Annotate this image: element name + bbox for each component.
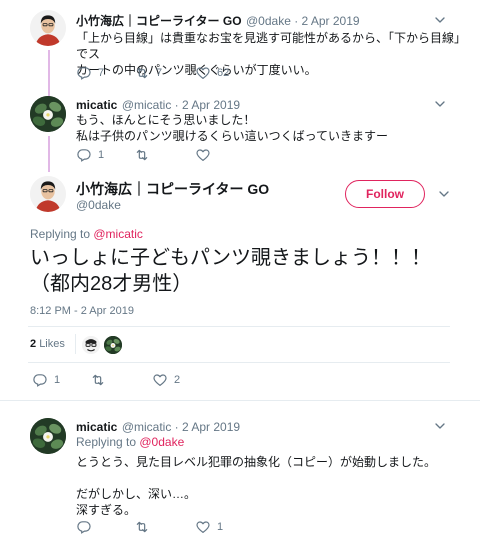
retweet-icon: [134, 65, 150, 81]
divider: [28, 362, 450, 363]
author-name[interactable]: micatic: [76, 420, 117, 434]
likes-label: Likes: [39, 338, 65, 350]
tweet-text-line: 深すぎる。: [76, 503, 137, 517]
author-name[interactable]: micatic: [76, 98, 117, 112]
chevron-down-icon[interactable]: [436, 186, 452, 202]
reply-button[interactable]: [76, 519, 98, 535]
liker-divider: [75, 334, 76, 354]
replying-to-link[interactable]: @0dake: [139, 435, 184, 449]
avatar-image: [30, 10, 66, 46]
reply-icon: [32, 372, 48, 388]
liker-avatar-image: [104, 336, 122, 354]
avatar-image: [30, 96, 66, 132]
chevron-down-icon[interactable]: [432, 418, 448, 434]
tweet-text-line: 私は子供のパンツ覗けるくらい這いつくばっていきますー: [76, 129, 389, 143]
main-author-handle[interactable]: @0dake: [76, 198, 121, 212]
retweet-button[interactable]: 7: [134, 65, 162, 81]
like-button[interactable]: [195, 147, 217, 163]
tweet-text-line: もう、ほんとにそう思いました！: [76, 113, 256, 127]
replying-to: Replying to @micatic: [30, 227, 143, 241]
chevron-down-icon[interactable]: [432, 12, 448, 28]
reply-count: 1: [98, 149, 105, 161]
like-count: 2: [174, 374, 181, 386]
retweet-icon: [134, 519, 150, 535]
avatar[interactable]: [30, 96, 66, 132]
text-spacer: [76, 470, 471, 486]
avatar[interactable]: [30, 10, 66, 46]
liker-avatar[interactable]: [82, 336, 100, 354]
main-tweet-text: いっしょに子どもパンツ覗きましょう！！！ （都内28才男性）: [30, 245, 470, 297]
like-button[interactable]: 1: [195, 519, 223, 535]
like-icon: [152, 372, 168, 388]
like-icon: [195, 147, 211, 163]
tweet-text-line: だがしかし、深い…。: [76, 487, 197, 501]
reply-icon: [76, 519, 92, 535]
retweet-count: 7: [156, 67, 163, 79]
like-icon: [195, 65, 211, 81]
divider: [28, 326, 450, 327]
avatar[interactable]: [30, 176, 66, 212]
tweet-header: micatic @micatic · 2 Apr 2019: [76, 418, 240, 436]
retweet-icon: [134, 147, 150, 163]
avatar-image: [30, 176, 66, 212]
author-handle-time[interactable]: @0dake · 2 Apr 2019: [246, 14, 360, 28]
replying-to-link[interactable]: @micatic: [93, 227, 143, 241]
tweet-header: 小竹海広｜コピーライター GO @0dake · 2 Apr 2019: [76, 12, 360, 30]
avatar[interactable]: [30, 418, 66, 454]
divider: [0, 400, 480, 401]
likes-summary[interactable]: 2 Likes: [30, 338, 65, 350]
like-icon: [195, 519, 211, 535]
like-count: 1: [217, 521, 224, 533]
reply-icon: [76, 65, 92, 81]
tweet-text: もう、ほんとにそう思いました！ 私は子供のパンツ覗けるくらい這いつくばっていきま…: [76, 112, 471, 144]
like-button[interactable]: 2: [152, 372, 180, 388]
avatar-image: [30, 418, 66, 454]
replying-to-label: Replying to: [30, 227, 94, 241]
reply-button[interactable]: 7: [76, 65, 104, 81]
liker-avatar[interactable]: [104, 336, 122, 354]
retweet-button[interactable]: [90, 372, 112, 388]
liker-avatar-image: [82, 336, 100, 354]
tweet-text: とうとう、見た目レベル犯罪の抽象化（コピー）が始動しました。 だがしかし、深い……: [76, 454, 471, 518]
main-tweet-text-line: （都内28才男性）: [30, 273, 193, 295]
author-handle-time[interactable]: @micatic · 2 Apr 2019: [122, 98, 240, 112]
tweet-timestamp[interactable]: 8:12 PM - 2 Apr 2019: [30, 305, 134, 317]
replying-to-label: Replying to: [76, 435, 140, 449]
reply-icon: [76, 147, 92, 163]
replying-to: Replying to @0dake: [76, 435, 184, 449]
thread-line: [48, 136, 50, 172]
author-name[interactable]: 小竹海広｜コピーライター GO: [76, 14, 242, 28]
follow-button[interactable]: Follow: [345, 180, 425, 208]
reply-count: 7: [98, 67, 105, 79]
retweet-icon: [90, 372, 106, 388]
retweet-button[interactable]: [134, 147, 156, 163]
reply-button[interactable]: 1: [32, 372, 60, 388]
reply-button[interactable]: 1: [76, 147, 104, 163]
likes-count: 2: [30, 338, 37, 350]
reply-count: 1: [54, 374, 61, 386]
main-author-name[interactable]: 小竹海広｜コピーライター GO: [76, 179, 269, 199]
author-handle-time[interactable]: @micatic · 2 Apr 2019: [122, 420, 240, 434]
tweet-text-line: 「上から目線」は貴重なお宝を見逃す可能性があるから、「下から目線」でス: [76, 31, 467, 61]
tweet-text-line: とうとう、見た目レベル犯罪の抽象化（コピー）が始動しました。: [76, 455, 437, 469]
like-count: 62: [217, 67, 230, 79]
retweet-button[interactable]: [134, 519, 156, 535]
main-tweet-text-line: いっしょに子どもパンツ覗きましょう！！！: [30, 247, 431, 269]
chevron-down-icon[interactable]: [432, 96, 448, 112]
like-button[interactable]: 62: [195, 65, 229, 81]
